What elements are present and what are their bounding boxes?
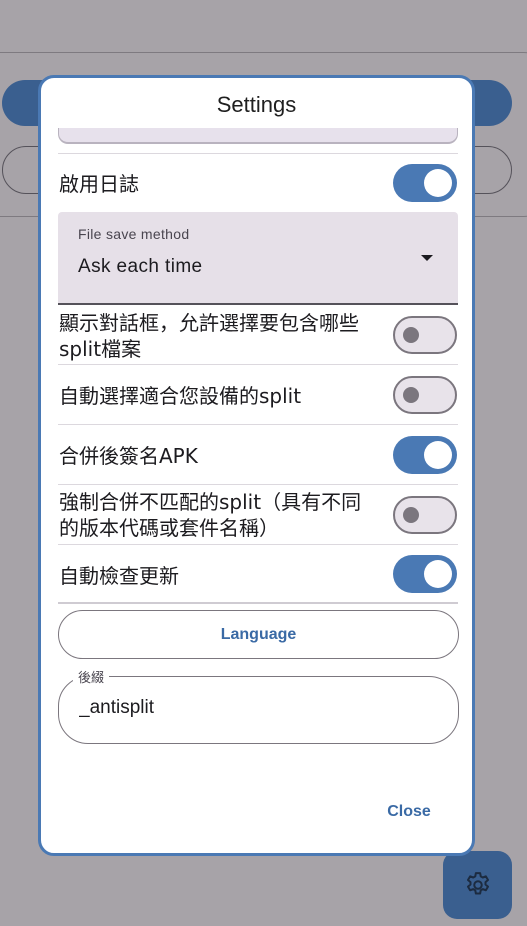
dialog-title: Settings <box>216 92 297 117</box>
dropdown-arrow-icon <box>421 255 433 261</box>
switch-knob <box>403 327 419 343</box>
suffix-label: 後綴 <box>73 667 110 686</box>
setting-sign-apk-label: 合併後簽名APK <box>59 444 198 468</box>
setting-select-splits-switch[interactable] <box>393 316 457 354</box>
setting-select-splits-label: 顯示對話框，允許選擇要包含哪些split檔案 <box>59 311 359 361</box>
settings-fab[interactable] <box>443 851 512 919</box>
setting-auto-select-label: 自動選擇適合您設備的split <box>59 384 302 408</box>
suffix-input[interactable] <box>79 697 429 719</box>
setting-force-merge-label: 強制合併不匹配的split（具有不同的版本代碼或套件名稱） <box>59 490 362 540</box>
setting-force-merge-switch[interactable] <box>393 496 457 534</box>
close-button[interactable]: Close <box>377 795 441 829</box>
select-value: Ask each time <box>78 256 203 277</box>
switch-knob <box>403 387 419 403</box>
divider <box>58 544 458 545</box>
suffix-field[interactable]: 後綴 <box>58 667 459 744</box>
setting-enable-log-label: 啟用日誌 <box>59 172 139 196</box>
setting-auto-select-switch[interactable] <box>393 376 457 414</box>
language-button[interactable]: Language <box>58 610 459 659</box>
file-save-method-select[interactable]: File save method Ask each time <box>58 212 458 305</box>
divider <box>58 153 458 154</box>
settings-dialog: Settings 啟用日誌 File save method Ask each … <box>38 75 475 856</box>
scrolled-field-remnant <box>58 128 458 144</box>
divider <box>58 364 458 365</box>
switch-knob <box>424 560 452 588</box>
switch-knob <box>424 169 452 197</box>
switch-knob <box>403 507 419 523</box>
select-label: File save method <box>78 226 190 242</box>
setting-enable-log-switch[interactable] <box>393 164 457 202</box>
setting-check-updates-label: 自動檢查更新 <box>59 564 179 588</box>
divider <box>58 424 458 425</box>
setting-sign-apk-switch[interactable] <box>393 436 457 474</box>
gear-icon <box>466 872 489 895</box>
divider <box>58 602 458 604</box>
divider <box>58 484 458 485</box>
setting-check-updates-switch[interactable] <box>393 555 457 593</box>
switch-knob <box>424 441 452 469</box>
